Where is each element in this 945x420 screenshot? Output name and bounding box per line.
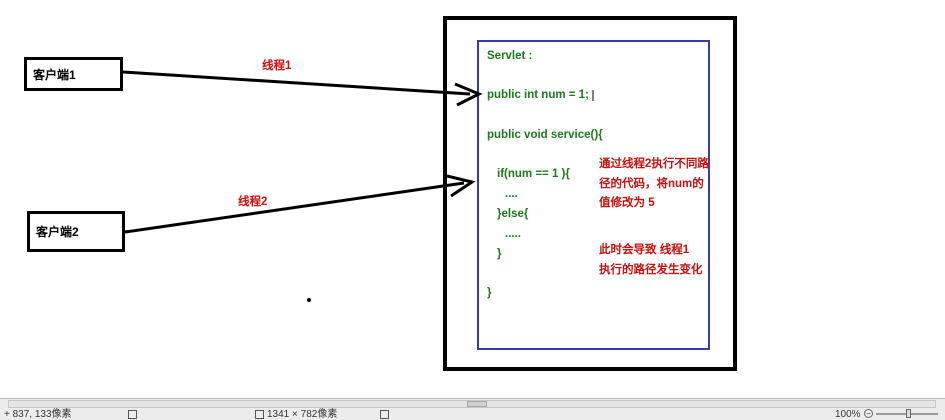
diagram-canvas: 客户端1 客户端2 线程1 线程2 Servlet : public int n… (0, 0, 945, 398)
save-icon (380, 409, 392, 420)
dot-mark (307, 298, 311, 302)
crosshair-icon: + (4, 409, 10, 420)
thread2-arrow-line (124, 181, 465, 234)
image-size-icon (255, 409, 264, 419)
zoom-level: 100% (835, 409, 861, 420)
thread1-arrow-line (122, 70, 471, 96)
scrollbar-thumb[interactable] (467, 401, 487, 407)
zoom-out-button[interactable]: − (864, 409, 873, 418)
zoom-slider-handle[interactable] (906, 409, 911, 418)
horizontal-scrollbar[interactable] (8, 400, 936, 408)
image-dimensions: 1341 × 782像素 (255, 409, 337, 420)
arrows-layer (122, 70, 594, 302)
selection-icon (128, 409, 140, 420)
cursor-position: + 837, 133像素 (4, 409, 72, 420)
status-bar: + 837, 133像素 1341 × 782像素 100% − (0, 398, 945, 420)
